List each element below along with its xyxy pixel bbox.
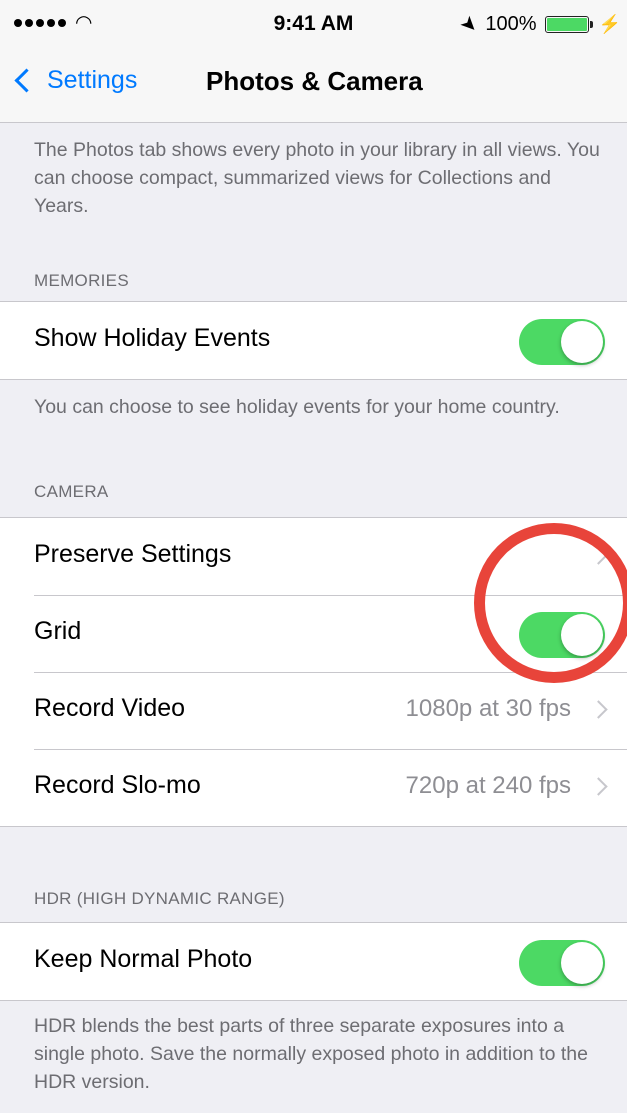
record-video-value: 1080p at 30 fps	[405, 695, 571, 722]
keep-normal-photo-toggle[interactable]	[519, 940, 605, 986]
record-slomo-label: Record Slo-mo	[34, 771, 201, 799]
keep-normal-photo-label: Keep Normal Photo	[34, 945, 253, 973]
keep-normal-photo-row: Keep Normal Photo	[0, 923, 627, 1000]
record-slomo-value: 720p at 240 fps	[405, 772, 571, 799]
show-holiday-events-row: Show Holiday Events	[0, 302, 627, 379]
photos-tab-description: The Photos tab shows every photo in your…	[34, 139, 600, 217]
back-label: Settings	[47, 66, 138, 94]
chevron-right-icon	[589, 546, 608, 565]
battery-percent: 100%	[485, 13, 537, 35]
battery-icon	[544, 16, 593, 33]
back-button[interactable]: Settings	[14, 66, 138, 95]
memories-section-header: MEMORIES	[34, 271, 129, 290]
camera-section-header: CAMERA	[34, 482, 109, 501]
grid-label: Grid	[34, 617, 82, 645]
hdr-group: Keep Normal Photo	[0, 922, 627, 1001]
grid-toggle[interactable]	[519, 612, 605, 658]
memories-footer: You can choose to see holiday events for…	[34, 396, 560, 418]
page-title: Photos & Camera	[206, 66, 423, 96]
record-slomo-row[interactable]: Record Slo-mo 720p at 240 fps	[0, 749, 627, 826]
camera-group: Preserve Settings Grid Record Video 1080…	[0, 517, 627, 827]
show-holiday-events-toggle[interactable]	[519, 319, 605, 365]
status-bar: ◠ 9:41 AM ➤ 100% ⚡	[0, 0, 627, 46]
preserve-settings-row[interactable]: Preserve Settings	[0, 518, 627, 595]
record-video-row[interactable]: Record Video 1080p at 30 fps	[0, 672, 627, 749]
memories-group: Show Holiday Events	[0, 301, 627, 380]
grid-row: Grid	[0, 595, 627, 672]
navigation-bar: Settings Photos & Camera	[0, 46, 627, 123]
chevron-right-icon	[589, 777, 608, 796]
hdr-footer: HDR blends the best parts of three separ…	[34, 1015, 588, 1093]
record-video-label: Record Video	[34, 694, 186, 722]
chevron-right-icon	[589, 700, 608, 719]
settings-screen: ◠ 9:41 AM ➤ 100% ⚡ Settings Photos & Cam…	[0, 0, 627, 1113]
hdr-section-header: HDR (HIGH DYNAMIC RANGE)	[34, 889, 285, 908]
preserve-settings-label: Preserve Settings	[34, 540, 232, 568]
chevron-left-icon	[14, 68, 39, 93]
show-holiday-events-label: Show Holiday Events	[34, 324, 271, 352]
charging-bolt-icon: ⚡	[598, 14, 621, 34]
